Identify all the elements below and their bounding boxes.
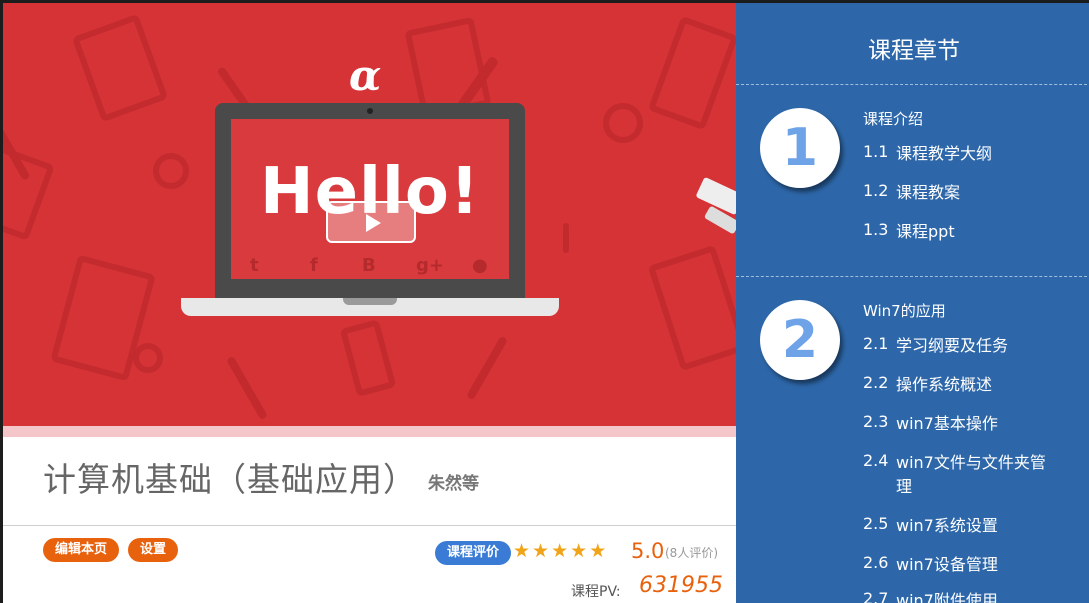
bg-doodle	[603, 103, 643, 143]
github-icon: ●	[472, 255, 488, 276]
course-title: 计算机基础（基础应用）	[43, 460, 417, 499]
lesson-number: 2.2	[863, 373, 889, 392]
bg-doodle	[133, 343, 163, 373]
lesson-number: 1.3	[863, 220, 889, 239]
lesson-number: 2.7	[863, 589, 889, 603]
video-progress-strip	[3, 426, 736, 437]
lesson-title: 操作系统概述	[896, 375, 993, 394]
chapter-number-badge: 1	[760, 108, 840, 188]
lesson-link[interactable]: 1.2 课程教案	[863, 181, 1056, 205]
chapter-number-badge: 2	[760, 300, 840, 380]
lesson-link[interactable]: 2.7 win7附件使用	[863, 589, 1056, 603]
rating-stars[interactable]: ★ ★ ★ ★ ★	[513, 540, 606, 562]
divider	[3, 525, 736, 526]
lesson-link[interactable]: 1.3 课程ppt	[863, 220, 1056, 244]
course-title-row: 计算机基础（基础应用） 朱然等	[43, 453, 479, 501]
page-views-value: 631955	[639, 573, 723, 598]
laptop-notch	[343, 298, 397, 305]
lesson-title: win7基本操作	[896, 414, 998, 433]
bg-doodle	[71, 13, 169, 123]
main-content: α Hello! t f B g+ ● 计算机基础（基础应用） 朱然等 编辑本页	[3, 3, 736, 603]
lesson-title: 课程教学大纲	[896, 144, 993, 163]
lesson-title: win7系统设置	[896, 516, 998, 535]
video-player[interactable]: α Hello! t f B g+ ●	[3, 3, 736, 426]
lesson-number: 2.3	[863, 412, 889, 431]
chapter-sidebar: 课程章节 1 课程介绍 1.1 课程教学大纲 1.2 课程教案 1.3 课程pp…	[736, 3, 1089, 603]
play-button[interactable]	[326, 201, 416, 243]
lesson-link[interactable]: 2.6 win7设备管理	[863, 553, 1056, 577]
lesson-link[interactable]: 2.1 学习纲要及任务	[863, 334, 1056, 358]
lesson-link[interactable]: 2.2 操作系统概述	[863, 373, 1056, 397]
lesson-title: 课程教案	[896, 183, 961, 202]
bg-doodle	[647, 244, 736, 372]
blogger-icon: B	[362, 255, 376, 276]
alpha-logo: α	[349, 51, 382, 100]
facebook-icon: f	[310, 255, 318, 276]
lesson-number: 1.2	[863, 181, 889, 200]
lesson-number: 2.4	[863, 451, 889, 470]
rating-score: 5.0	[631, 539, 665, 563]
lesson-number: 2.1	[863, 334, 889, 353]
edit-page-button[interactable]: 编辑本页	[43, 538, 120, 562]
chapter-title: 课程介绍	[863, 110, 924, 128]
lesson-title: 学习纲要及任务	[896, 336, 1009, 355]
laptop-camera	[367, 108, 373, 114]
star-icon[interactable]: ★	[551, 540, 568, 562]
bg-doodle	[647, 15, 736, 131]
divider	[736, 276, 1089, 277]
star-icon[interactable]: ★	[589, 540, 606, 562]
chapter-title: Win7的应用	[863, 302, 946, 320]
rating-count: (8人评价)	[665, 546, 718, 560]
lesson-link[interactable]: 2.4 win7文件与文件夹管理	[863, 451, 1056, 499]
star-icon[interactable]: ★	[570, 540, 587, 562]
lesson-link[interactable]: 2.5 win7系统设置	[863, 514, 1056, 538]
divider	[736, 84, 1089, 85]
settings-button[interactable]: 设置	[128, 538, 179, 562]
lesson-link[interactable]: 1.1 课程教学大纲	[863, 142, 1056, 166]
lesson-link[interactable]: 2.3 win7基本操作	[863, 412, 1056, 436]
lesson-title: win7设备管理	[896, 555, 998, 574]
bg-doodle	[226, 355, 268, 421]
lesson-title: win7附件使用	[896, 591, 998, 603]
lesson-number: 1.1	[863, 142, 889, 161]
lesson-number: 2.6	[863, 553, 889, 572]
twitter-icon: t	[250, 255, 259, 276]
page-views-label: 课程PV:	[571, 584, 621, 600]
lesson-title: win7文件与文件夹管理	[896, 453, 1046, 496]
lesson-number: 2.5	[863, 514, 889, 533]
page: α Hello! t f B g+ ● 计算机基础（基础应用） 朱然等 编辑本页	[0, 0, 1089, 603]
google-plus-icon: g+	[416, 255, 444, 276]
sidebar-title: 课程章节	[868, 38, 960, 64]
star-icon[interactable]: ★	[532, 540, 549, 562]
course-rating-badge[interactable]: 课程评价	[435, 541, 512, 565]
course-author: 朱然等	[428, 474, 479, 494]
lesson-title: 课程ppt	[896, 222, 955, 241]
star-icon[interactable]: ★	[513, 540, 530, 562]
bg-doodle	[563, 223, 569, 253]
bg-doodle	[466, 335, 508, 401]
play-icon	[366, 214, 381, 232]
bg-doodle	[339, 319, 397, 397]
bg-doodle	[153, 153, 189, 189]
